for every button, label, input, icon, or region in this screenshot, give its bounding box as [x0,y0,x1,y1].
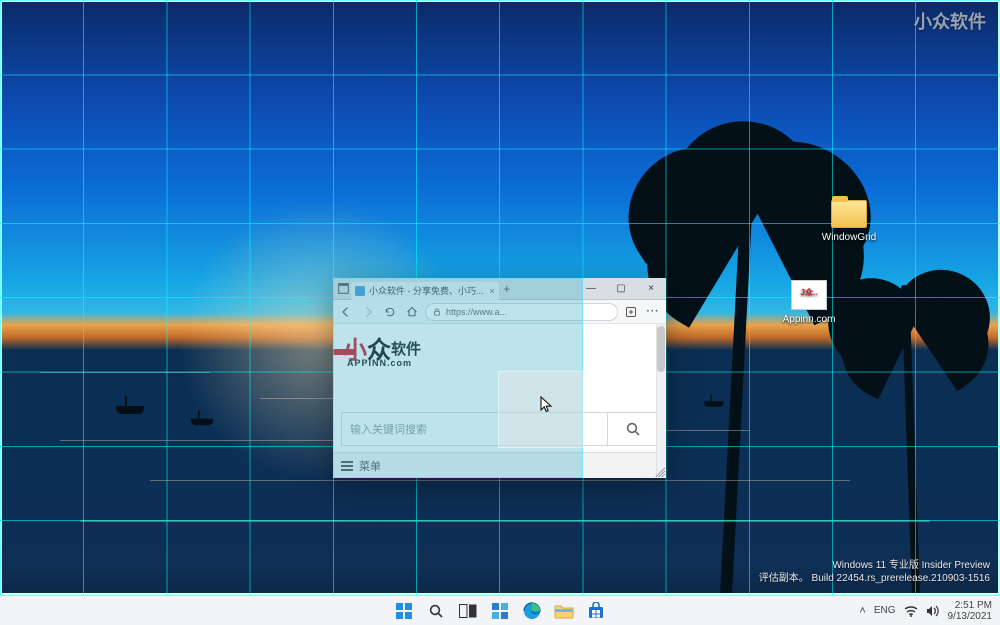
taskbar[interactable]: ˄ ENG 2:51 PM 9/13/2021 [0,595,1000,625]
widgets-button[interactable] [487,598,513,624]
task-view-button[interactable] [455,598,481,624]
forward-icon[interactable] [359,303,377,321]
tab-title: 小众软件 - 分享免费、小巧... [369,284,484,297]
scrollbar-thumb[interactable] [657,326,665,372]
site-search: 输入关键词搜索 [341,412,658,446]
system-tray[interactable]: ˄ ENG 2:51 PM 9/13/2021 [851,600,1000,622]
minimize-button[interactable]: — [576,278,606,300]
tray-network-icon[interactable] [904,605,918,617]
close-button[interactable]: × [636,278,666,300]
desktop-icon-label: Appinn.com [776,314,842,325]
file-icon: J众.. [791,280,827,310]
resize-handle-icon[interactable] [655,467,665,477]
search-button[interactable] [423,598,449,624]
desktop-file-appinn[interactable]: J众.. Appinn.com [776,280,842,325]
new-tab-button[interactable]: + [499,281,515,297]
search-input[interactable]: 输入关键词搜索 [342,421,607,437]
titlebar[interactable]: 小众软件 - 分享免费、小巧... × + — ▢ × [333,278,666,300]
favicon-icon [355,286,365,296]
taskbar-app-edge[interactable] [519,598,545,624]
back-icon[interactable] [337,303,355,321]
start-button[interactable] [391,598,417,624]
tray-chevron-icon[interactable]: ˄ [859,605,865,617]
address-bar: https://www.a... ··· [333,300,666,324]
desktop-folder-windowgrid[interactable]: WindowGrid [816,200,882,243]
desktop[interactable]: 小众软件 WindowGrid J众.. Appinn.com 小众软件 - 分… [0,0,1000,625]
url-field[interactable]: https://www.a... [425,303,618,321]
boat [116,406,144,414]
browser-tab[interactable]: 小众软件 - 分享免费、小巧... × [351,282,499,300]
palm-tree [720,165,754,595]
clock-date: 9/13/2021 [948,611,993,622]
browser-window[interactable]: 小众软件 - 分享免费、小巧... × + — ▢ × [333,278,666,478]
tab-close-icon[interactable]: × [490,286,495,296]
maximize-button[interactable]: ▢ [606,278,636,300]
palm-tree-small [901,285,920,595]
scrollbar[interactable] [656,324,666,478]
tab-actions-icon[interactable] [335,281,351,297]
menu-label: 菜单 [359,458,381,474]
search-icon [625,421,641,437]
tray-language[interactable]: ENG [874,605,896,616]
clock-time: 2:51 PM [948,600,993,611]
search-button[interactable] [607,413,657,445]
desktop-icon-label: WindowGrid [816,232,882,243]
taskbar-clock[interactable]: 2:51 PM 9/13/2021 [948,600,993,622]
boat [191,419,213,425]
taskbar-center [391,598,609,624]
site-menu-bar[interactable]: 菜单 [333,452,666,478]
tray-volume-icon[interactable] [926,605,940,617]
folder-icon [831,200,867,228]
taskbar-app-explorer[interactable] [551,598,577,624]
menu-icon[interactable]: ··· [644,303,662,321]
boat [704,401,724,407]
hamburger-icon [341,461,353,471]
site-logo-sub: APPINN.com [347,358,412,368]
collections-icon[interactable] [622,303,640,321]
refresh-icon[interactable] [381,303,399,321]
url-text: https://www.a... [446,307,507,317]
os-watermark: Windows 11 专业版 Insider Preview 评估副本。 Bui… [759,559,990,585]
taskbar-app-store[interactable] [583,598,609,624]
home-icon[interactable] [403,303,421,321]
page-content: 小众软件 APPINN.com 输入关键词搜索 菜单 [333,324,666,478]
photo-watermark: 小众软件 [914,8,986,34]
